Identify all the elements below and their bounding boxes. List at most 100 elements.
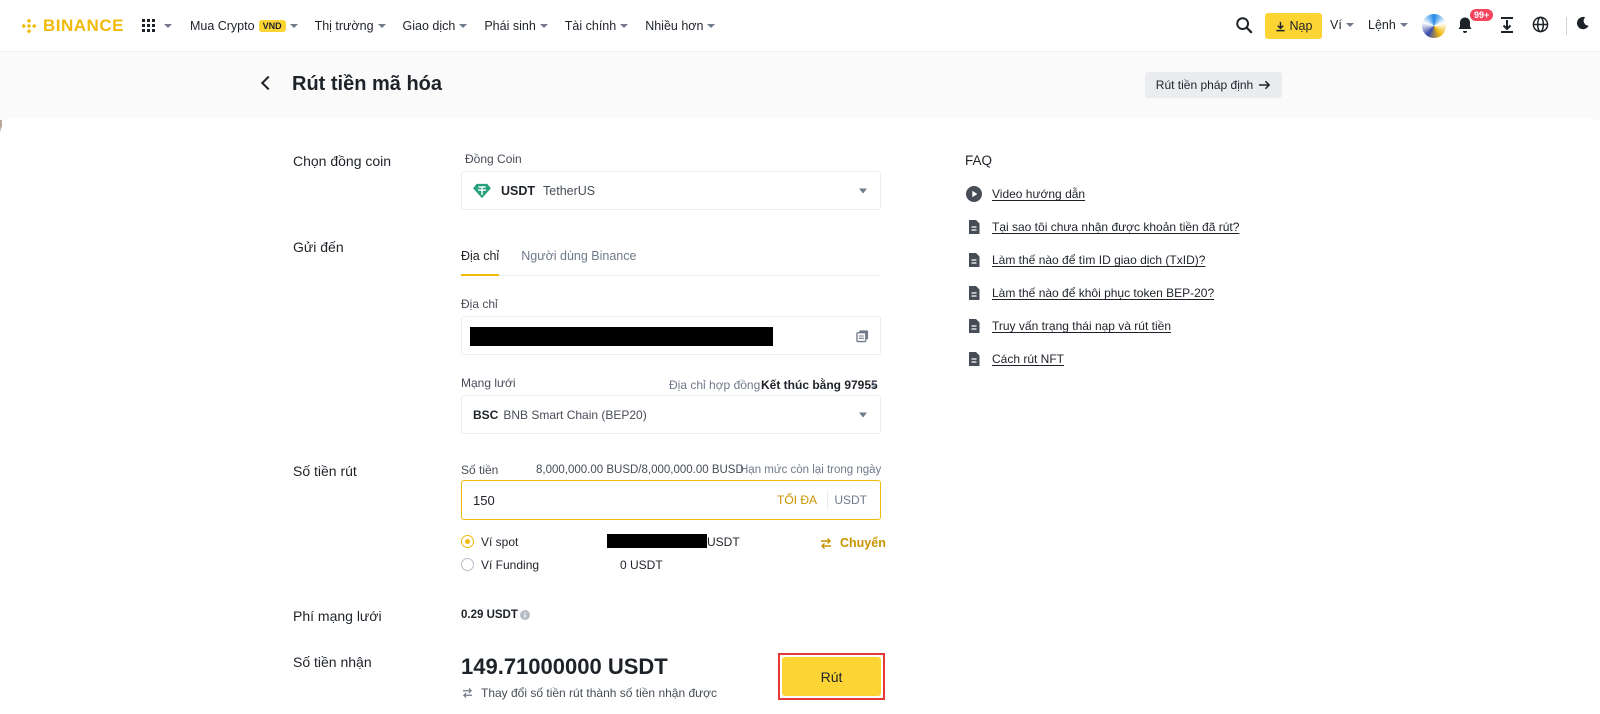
transfer-button[interactable]: Chuyển: [820, 536, 886, 550]
nav-markets[interactable]: Thị trường: [315, 19, 386, 33]
document-icon: [969, 286, 980, 300]
nav-buy-crypto-label: Mua Crypto: [189, 18, 255, 33]
daily-limit-value: 8,000,000.00 BUSD/8,000,000.00 BUSD: [536, 464, 744, 476]
faq-item-withdraw-nft[interactable]: Cách rút NFT: [966, 351, 1064, 367]
address-label: Địa chỉ: [461, 297, 498, 311]
amount-input[interactable]: 150 TỐI ĐA USDT: [461, 480, 881, 520]
withdraw-submit-button[interactable]: Rút: [782, 657, 881, 696]
amount-value: 150: [473, 493, 495, 508]
document-icon: [969, 220, 980, 234]
faq-item-label: Làm thế nào để tìm ID giao dịch (TxID)?: [992, 253, 1206, 267]
top-navbar: BINANCE Mua Crypto VND Thị trường Giao d…: [0, 0, 1600, 52]
coin-select[interactable]: USDT TetherUS: [461, 171, 881, 210]
submit-highlight: Rút: [778, 653, 885, 700]
wallet-menu-label: Ví: [1330, 18, 1342, 32]
amount-divider: [827, 492, 828, 508]
nav-derivatives[interactable]: Phái sinh: [484, 19, 548, 33]
chevron-down-icon: [163, 23, 172, 28]
daily-limit-label: Hạn mức còn lại trong ngày: [740, 464, 882, 476]
deposit-button-label: Nạp: [1289, 19, 1313, 33]
spot-wallet-unit: USDT: [707, 535, 740, 549]
nav-finance-label: Tài chính: [564, 18, 617, 33]
nav-trade-label: Giao dịch: [402, 18, 456, 33]
fiat-withdraw-label: Rút tiền pháp định: [1155, 78, 1254, 92]
arrow-right-icon: [1259, 80, 1271, 90]
nav-markets-label: Thị trường: [314, 18, 374, 33]
max-amount-button[interactable]: TỐI ĐA: [777, 493, 817, 507]
swap-icon[interactable]: [462, 688, 473, 698]
binance-logo-icon: [21, 18, 37, 33]
faq-item-label: Truy vấn trạng thái nạp và rút tiền: [992, 319, 1171, 333]
network-select[interactable]: BSC BNB Smart Chain (BEP20): [461, 395, 881, 434]
nav-more[interactable]: Nhiều hơn: [645, 18, 716, 33]
network-symbol: BSC: [473, 407, 499, 422]
chevron-right-icon: [871, 381, 877, 390]
download-icon: [1275, 21, 1285, 31]
wallet-menu[interactable]: Ví: [1330, 18, 1354, 32]
brand-name: BINANCE: [43, 15, 124, 35]
currency-badge: VND: [258, 19, 286, 32]
funding-wallet-label: Ví Funding: [481, 558, 540, 572]
orders-menu-label: Lệnh: [1368, 18, 1396, 32]
network-fee-value: 0.29 USDT: [461, 609, 518, 621]
send-to-tabs: Địa chỉ Người dùng Binance: [461, 248, 881, 276]
faq-item-label: Tại sao tôi chưa nhận được khoản tiền đã…: [992, 220, 1240, 234]
nav-more-label: Nhiều hơn: [645, 18, 704, 33]
redacted-address: [470, 327, 773, 346]
network-label: Mạng lưới: [461, 376, 516, 390]
address-input[interactable]: [461, 316, 881, 355]
chevron-down-icon: [620, 23, 629, 28]
globe-icon[interactable]: [1532, 16, 1549, 33]
tether-icon: [473, 183, 491, 198]
brand-logo[interactable]: BINANCE: [20, 16, 124, 36]
chevron-down-icon: [459, 23, 468, 28]
redacted-spot-balance: [607, 534, 707, 548]
faq-item-video-guide[interactable]: Video hướng dẫn: [966, 186, 1085, 202]
apps-menu-button[interactable]: [141, 19, 172, 32]
tab-address[interactable]: Địa chỉ: [461, 248, 500, 276]
chevron-down-icon: [539, 23, 548, 28]
faq-item-label: Video hướng dẫn: [992, 187, 1086, 201]
faq-item-status-query[interactable]: Truy vấn trạng thái nạp và rút tiền: [966, 318, 1171, 334]
faq-item-label: Cách rút NFT: [992, 352, 1065, 366]
fiat-withdraw-button[interactable]: Rút tiền pháp định: [1145, 72, 1282, 98]
send-to-row-label: Gửi đến: [293, 239, 344, 255]
nav-finance[interactable]: Tài chính: [564, 18, 629, 33]
download-app-icon[interactable]: [1499, 16, 1515, 34]
nav-divider: [1566, 17, 1567, 35]
contract-address-link[interactable]: Kết thúc bằng 97955: [761, 378, 878, 392]
coin-field-label: Đồng Coin: [465, 152, 522, 166]
dark-mode-icon[interactable]: [1576, 16, 1590, 30]
grid-icon: [141, 19, 155, 32]
orders-menu[interactable]: Lệnh: [1368, 18, 1408, 32]
spot-wallet-radio[interactable]: [461, 535, 474, 548]
search-icon[interactable]: [1235, 16, 1253, 34]
transfer-label: Chuyển: [840, 536, 886, 550]
faq-item-recover-bep20[interactable]: Làm thế nào để khôi phục token BEP-20?: [966, 285, 1214, 301]
nav-buy-crypto[interactable]: Mua Crypto VND: [190, 19, 298, 33]
chevron-down-icon: [859, 188, 867, 193]
tab-binance-user[interactable]: Người dùng Binance: [521, 248, 636, 275]
user-avatar[interactable]: [1422, 14, 1446, 38]
info-icon[interactable]: [520, 610, 530, 620]
deposit-button[interactable]: Nạp: [1265, 13, 1322, 39]
amount-unit: USDT: [834, 493, 867, 507]
faq-item-find-txid[interactable]: Làm thế nào để tìm ID giao dịch (TxID)?: [966, 252, 1205, 268]
faq-title: FAQ: [965, 153, 993, 168]
chevron-down-icon: [289, 23, 298, 28]
page-header: [0, 52, 1600, 120]
fee-row-label: Phí mạng lưới: [293, 608, 382, 624]
coin-symbol: USDT: [501, 183, 536, 198]
chevron-down-icon: [1399, 23, 1408, 27]
main-nav: Mua Crypto VND Thị trường Giao dịch Phái…: [190, 18, 716, 33]
nav-trade[interactable]: Giao dịch: [403, 19, 468, 33]
play-icon: [966, 186, 982, 202]
paste-icon[interactable]: [856, 329, 869, 343]
faq-item-not-received[interactable]: Tại sao tôi chưa nhận được khoản tiền đã…: [966, 219, 1239, 235]
contract-address-label: Địa chỉ hợp đồng: [669, 378, 761, 392]
amount-field-label: Số tiền: [461, 463, 499, 477]
switch-amount-hint[interactable]: Thay đổi số tiền rút thành số tiền nhận …: [481, 686, 717, 700]
coin-name: TetherUS: [543, 183, 596, 198]
funding-wallet-radio[interactable]: [461, 558, 474, 571]
chevron-down-icon: [859, 412, 867, 417]
